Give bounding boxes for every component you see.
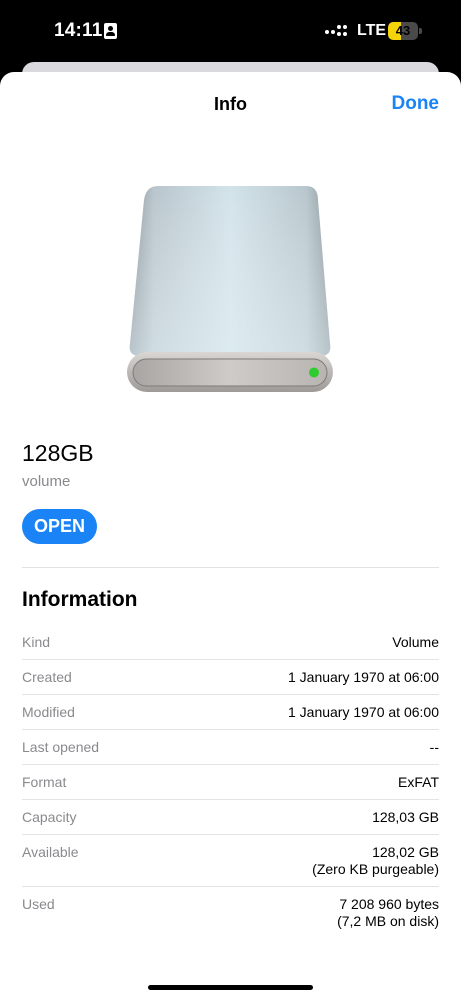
info-row-last-opened: Last opened --: [22, 730, 439, 765]
info-label: Last opened: [22, 739, 100, 755]
info-sheet: Info Done 128GB volume OPEN Information …: [0, 72, 461, 999]
info-row-used: Used 7 208 960 bytes (7,2 MB on disk): [22, 887, 439, 938]
info-label: Available: [22, 844, 79, 860]
info-row-capacity: Capacity 128,03 GB: [22, 800, 439, 835]
info-row-available: Available 128,02 GB (Zero KB purgeable): [22, 835, 439, 887]
info-label: Capacity: [22, 809, 77, 825]
external-drive-icon: [127, 186, 333, 392]
volume-kind: volume: [22, 473, 71, 490]
info-label: Format: [22, 774, 67, 790]
info-value: Volume: [392, 634, 439, 650]
home-indicator[interactable]: [148, 985, 313, 990]
info-label: Used: [22, 896, 55, 912]
info-value: 128,02 GB (Zero KB purgeable): [312, 844, 439, 877]
info-value: 1 January 1970 at 06:00: [287, 669, 439, 685]
battery-icon: 43: [388, 22, 422, 40]
contact-card-icon: [104, 23, 117, 39]
info-value: 7 208 960 bytes (7,2 MB on disk): [337, 896, 439, 929]
info-row-modified: Modified 1 January 1970 at 06:00: [22, 695, 439, 730]
info-value: --: [429, 739, 439, 755]
network-type: LTE: [357, 22, 387, 39]
info-list: Kind Volume Created 1 January 1970 at 06…: [22, 625, 439, 938]
info-label: Modified: [22, 704, 75, 720]
drive-led-indicator: [309, 367, 319, 378]
info-label: Kind: [22, 634, 51, 650]
info-row-kind: Kind Volume: [22, 625, 439, 660]
info-value: ExFAT: [398, 774, 439, 790]
battery-level: 43: [395, 23, 411, 38]
done-button[interactable]: Done: [392, 93, 440, 115]
volume-name: 128GB: [22, 440, 94, 466]
divider: [22, 567, 439, 568]
info-row-format: Format ExFAT: [22, 765, 439, 800]
info-label: Created: [22, 669, 72, 685]
status-time: 14:11: [54, 20, 103, 41]
status-bar: 14:11 LTE 43: [0, 0, 461, 62]
open-button[interactable]: OPEN: [22, 509, 97, 544]
info-value: 128,03 GB: [372, 809, 439, 825]
section-title: Information: [22, 588, 138, 611]
info-value: 1 January 1970 at 06:00: [287, 704, 439, 720]
info-row-created: Created 1 January 1970 at 06:00: [22, 660, 439, 695]
cellular-signal-icon: [325, 25, 349, 39]
